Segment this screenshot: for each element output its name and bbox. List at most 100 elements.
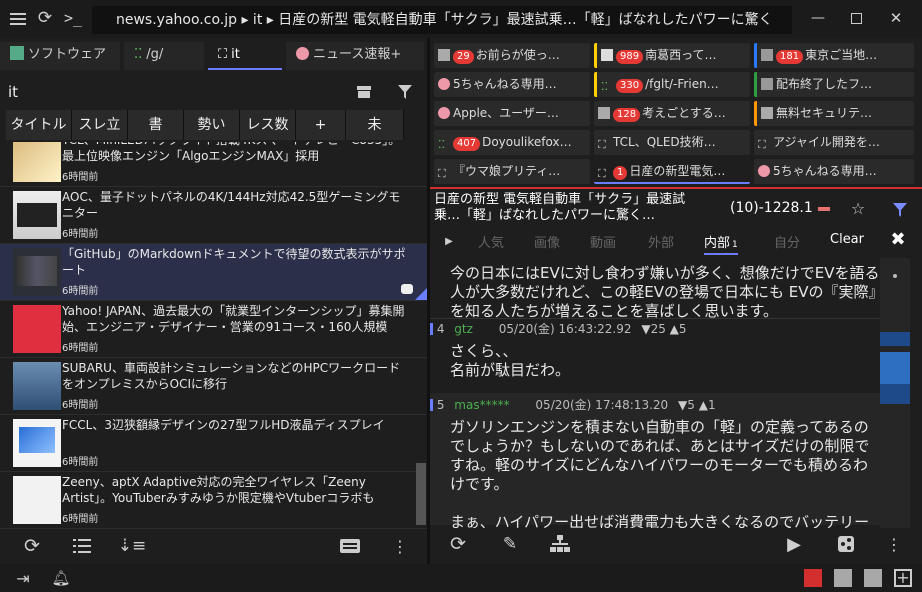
col-unread[interactable]: 未 [346, 110, 404, 140]
thread-tab[interactable]: ⛶ アジャイル開発を… [754, 130, 914, 155]
col-new[interactable]: + [296, 110, 346, 140]
thread-tab[interactable]: 無料セキュリテ… [754, 101, 914, 126]
thread-tab[interactable]: ⛶ TCL、QLED技術… [594, 130, 750, 155]
filter-icon[interactable] [395, 82, 415, 102]
view-list-icon[interactable] [338, 534, 362, 558]
list-item[interactable]: TCL、MiniLEDバックライト搭載4Kスマートテレビ「C835」。最上位映像… [0, 142, 427, 187]
thread-tab[interactable]: ⛶ 『ウマ娘プリティ… [434, 159, 590, 184]
list-numbered-icon[interactable] [70, 534, 94, 558]
status-square[interactable] [864, 569, 882, 587]
post-number[interactable]: 5 [437, 398, 445, 412]
search-input[interactable] [0, 78, 340, 106]
star-icon[interactable]: ☆ [848, 198, 868, 218]
filter-internal[interactable]: 内部 1 [704, 232, 738, 255]
filter-popular[interactable]: 人気 [478, 232, 504, 251]
post-date: 05/20(金) 17:48:13.20 [535, 398, 669, 412]
edit-icon[interactable]: ✎ [498, 532, 522, 556]
col-res-count[interactable]: レス数 [240, 110, 296, 140]
post-body: ガソリンエンジンを積まない自動車の「軽」の定義ってあるのでしょうか？もしないので… [450, 418, 870, 528]
col-created[interactable]: スレ立 [72, 110, 128, 140]
thread-time: 6時間前 [62, 172, 99, 183]
list-item[interactable]: FCCL、3辺狭額縁デザインの27型フルHD液晶ディスプレイ 6時間前 [0, 415, 427, 472]
filter-mine[interactable]: 自分 [774, 232, 800, 251]
unread-badge: 407 [453, 137, 481, 151]
logout-icon[interactable]: ⇥ [12, 568, 34, 588]
tab-label: 5ちゃんねる専用… [773, 164, 877, 178]
post: 4 gtz 05/20(金) 16:43:22.92 ▼25 ▲5 さくら、、 … [430, 320, 880, 380]
thread-tab[interactable]: 128 考えごとする… [594, 101, 750, 126]
more-vert-icon[interactable]: ⋮ [884, 532, 904, 556]
tab-news[interactable]: ニュース速報+ [286, 42, 424, 70]
filter-external[interactable]: 外部 [648, 232, 674, 251]
filter-icon[interactable] [890, 200, 910, 220]
tab-label: /fglt/-Frien… [645, 77, 719, 91]
bell-icon[interactable]: 🔔︎ [50, 568, 72, 588]
status-square[interactable] [834, 569, 852, 587]
tab-label: 東京ご当地… [805, 48, 878, 62]
avatar-icon [761, 107, 773, 119]
reload-icon[interactable]: ⟳ [20, 534, 44, 558]
thread-tab[interactable]: 配布終了したフ… [754, 72, 914, 97]
menu-icon[interactable] [8, 9, 28, 29]
tab-software[interactable]: ソフトウェア [0, 42, 120, 70]
thread-title: SUBARU、車両設計シミュレーションなどのHPCワークロードをオンプレミスから… [62, 361, 401, 391]
terminal-icon[interactable]: >_ [62, 7, 84, 29]
col-momentum[interactable]: 勢い [184, 110, 240, 140]
thumbs-up-icon[interactable]: ▲ [699, 398, 708, 412]
filter-videos[interactable]: 動画 [590, 232, 616, 251]
tab-label: お前らが使っ… [475, 48, 560, 62]
thumbnail [13, 191, 61, 239]
tree-icon[interactable] [548, 532, 572, 556]
reload-icon[interactable]: ⟳ [446, 532, 470, 556]
play-icon[interactable]: ▶ [442, 234, 456, 248]
tab-label: it [231, 47, 240, 62]
list-item[interactable]: 「GitHub」のMarkdownドキュメントで待望の数式表示がサポート 6時間… [0, 244, 427, 301]
refresh-icon[interactable]: ⟳ [34, 7, 56, 29]
close-icon[interactable]: ✖ [888, 229, 908, 250]
more-vert-icon[interactable]: ⋮ [390, 534, 410, 558]
sort-icon[interactable]: ⇣≡ [118, 534, 147, 558]
title-bar: ⟳ >_ news.yahoo.co.jp ▸ it ▸ 日産の新型 電気軽自動… [0, 0, 922, 38]
play-icon[interactable]: ▶ [782, 532, 806, 556]
list-item[interactable]: Yahoo! JAPAN、過去最大の「就業型インターンシップ」募集開始、エンジニ… [0, 301, 427, 358]
thumbs-down-icon[interactable]: ▼ [678, 398, 687, 412]
address-bar[interactable]: news.yahoo.co.jp ▸ it ▸ 日産の新型 電気軽自動車「サクラ… [92, 6, 792, 34]
thread-tab[interactable]: 989 南葛西って… [594, 43, 750, 68]
thread-time: 6時間前 [62, 457, 99, 468]
list-item[interactable]: SUBARU、車両設計シミュレーションなどのHPCワークロードをオンプレミスから… [0, 358, 427, 415]
thread-tab[interactable]: 181 東京ご当地… [754, 43, 914, 68]
thread-tab-active[interactable]: ⛶ 1 日産の新型電気… [594, 159, 750, 184]
archive-icon[interactable] [354, 82, 374, 102]
tab-it[interactable]: ⛶ it [208, 42, 282, 70]
thread-tab[interactable]: 5ちゃんねる専用… [754, 159, 914, 184]
thread-tab[interactable]: 29 お前らが使っ… [434, 43, 590, 68]
thumbnail [13, 305, 61, 353]
post-number[interactable]: 4 [437, 322, 445, 336]
close-button[interactable]: ✕ [884, 8, 908, 28]
scroll-minimap[interactable] [880, 258, 910, 528]
list-item[interactable]: AOC、量子ドットパネルの4K/144Hz対応42.5型ゲーミングモニター 6時… [0, 187, 427, 244]
list-scrollbar[interactable] [416, 463, 426, 525]
tab-g[interactable]: ⁚⁚/g/ [124, 42, 204, 70]
post-body: 今の日本にはEVに対し食わず嫌いが多く、想像だけでEVを語る人が大多数だけれど、… [450, 264, 880, 320]
clear-button[interactable]: Clear [830, 232, 864, 247]
status-square-red[interactable] [804, 569, 822, 587]
col-title[interactable]: タイトル [6, 110, 72, 140]
thread-tab[interactable]: ⁚⁚ 330/fglt/-Frien… [594, 72, 750, 97]
col-posts[interactable]: 書 [128, 110, 184, 140]
thread-tab[interactable]: ⁚⁚ 407 Doyoulikefox… [434, 130, 590, 155]
maximize-button[interactable] [844, 8, 868, 28]
new-marker-icon [415, 288, 427, 300]
post-author[interactable]: mas***** [454, 398, 509, 412]
thread-tab[interactable]: Apple、ユーザー… [434, 101, 590, 126]
thumbs-down-icon[interactable]: ▼ [641, 322, 650, 336]
news-icon [758, 165, 770, 177]
post-author[interactable]: gtz [454, 322, 473, 336]
list-item[interactable]: Zeeny、aptX Adaptive対応の完全ワイヤレス「Zeeny Arti… [0, 472, 427, 529]
thread-tab[interactable]: 5ちゃんねる専用… [434, 72, 590, 97]
filter-images[interactable]: 画像 [534, 232, 560, 251]
add-icon[interactable]: + [894, 569, 912, 587]
thumbs-up-icon[interactable]: ▲ [670, 322, 679, 336]
share-icon[interactable] [834, 532, 858, 556]
minimize-button[interactable]: — [806, 8, 830, 28]
